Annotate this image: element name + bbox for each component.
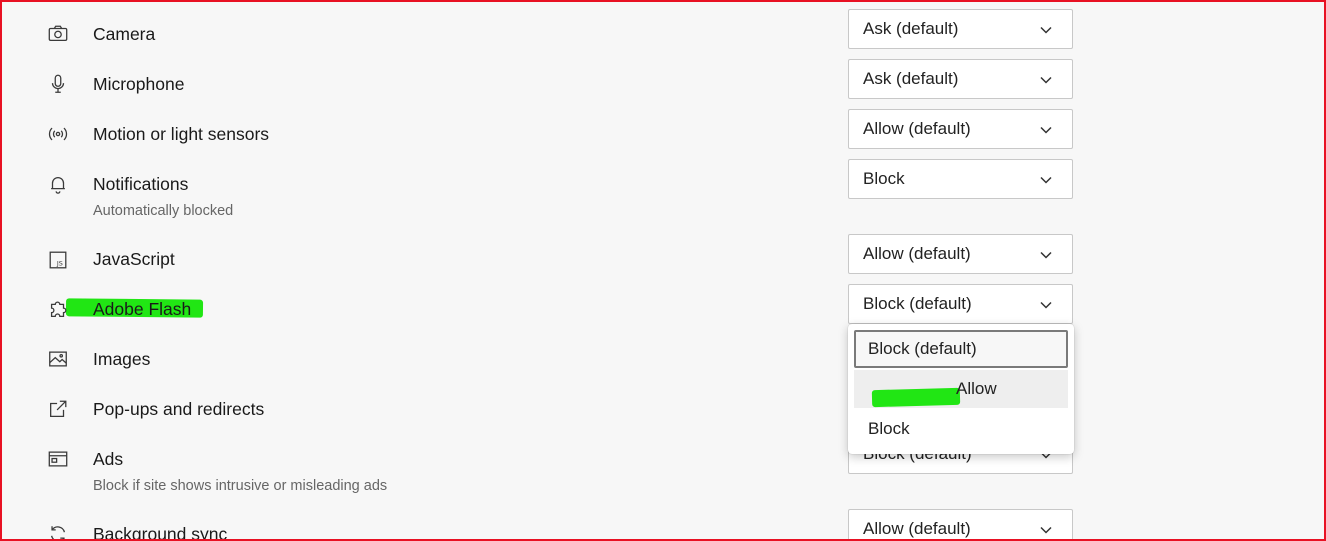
setting-description-ads: Block if site shows intrusive or mislead… [93,478,388,494]
microphone-icon [46,72,70,96]
chevron-down-icon [1038,297,1054,313]
adobe-flash-dropdown-menu: Block (default) Allow Block [848,324,1074,454]
camera-select[interactable]: Ask (default) [848,9,1073,49]
setting-label-javascript: JavaScript [93,249,175,269]
setting-label-popups: Pop-ups and redirects [93,399,265,419]
dropdown-option-label: Block (default) [868,339,977,358]
ads-icon [46,447,70,471]
background-sync-select-value: Allow (default) [863,519,971,538]
setting-label-motion-sensors: Motion or light sensors [93,124,270,144]
javascript-select[interactable]: Allow (default) [848,234,1073,274]
external-link-icon [46,397,70,421]
screenshot-border [0,0,1326,541]
image-icon [46,347,70,371]
bell-icon [46,172,70,196]
background-sync-select[interactable]: Allow (default) [848,509,1073,541]
javascript-select-value: Allow (default) [863,244,971,263]
dropdown-option-block-default[interactable]: Block (default) [854,330,1068,368]
setting-label-notifications: Notifications [93,174,189,194]
motion-sensors-select-value: Allow (default) [863,119,971,138]
puzzle-icon [46,297,70,321]
microphone-select[interactable]: Ask (default) [848,59,1073,99]
chevron-down-icon [1038,172,1054,188]
setting-label-camera: Camera [93,24,156,44]
chevron-down-icon [1038,122,1054,138]
microphone-select-value: Ask (default) [863,69,959,88]
dropdown-option-label: Block [868,419,910,438]
setting-label-ads: Ads [93,449,124,469]
dropdown-option-allow[interactable]: Allow [854,370,1068,408]
chevron-down-icon [1038,247,1054,263]
adobe-flash-select[interactable]: Block (default) [848,284,1073,324]
chevron-down-icon [1038,72,1054,88]
camera-select-value: Ask (default) [863,19,959,38]
green-highlight-mark [871,387,961,407]
sensors-icon [46,122,70,146]
setting-label-adobe-flash: Adobe Flash [93,299,192,319]
setting-label-background-sync: Background sync [93,524,228,541]
notifications-select[interactable]: Block [848,159,1073,199]
sync-icon [46,522,70,541]
camera-icon [46,22,70,46]
setting-description-notifications: Automatically blocked [93,203,234,219]
adobe-flash-select-value: Block (default) [863,294,972,313]
dropdown-option-block[interactable]: Block [854,410,1068,448]
setting-label-microphone: Microphone [93,74,185,94]
setting-label-images: Images [93,349,151,369]
javascript-icon: JS [46,248,70,272]
chevron-down-icon [1038,522,1054,538]
notifications-select-value: Block [863,169,905,188]
svg-text:JS: JS [56,260,63,268]
dropdown-option-label: Allow [956,379,997,398]
motion-sensors-select[interactable]: Allow (default) [848,109,1073,149]
chevron-down-icon [1038,22,1054,38]
